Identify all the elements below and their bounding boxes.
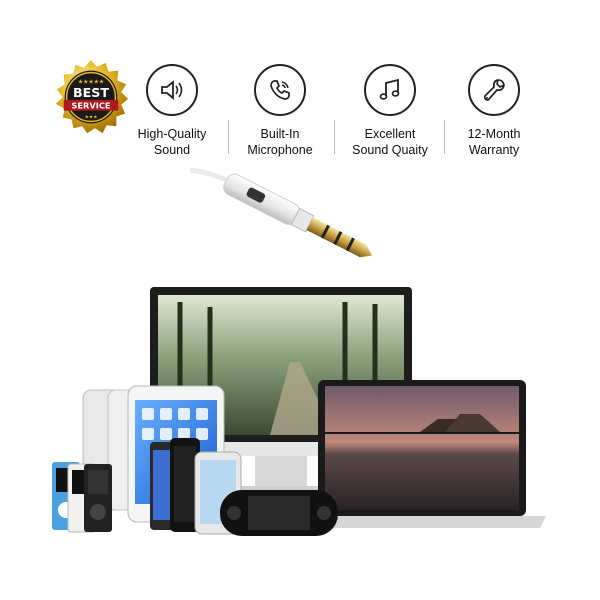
speaker-icon (146, 64, 198, 116)
feature-sound-quality: Excellent Sound Quaity (335, 64, 445, 158)
phone-icon (254, 64, 306, 116)
feature-label: Built-In Microphone (247, 127, 313, 157)
wrench-icon (468, 64, 520, 116)
mp3-players (52, 462, 112, 533)
badge-star-row-bottom: ★★★ (84, 114, 98, 120)
feature-sound: High-Quality Sound (117, 64, 227, 158)
badge-line2: SERVICE (71, 101, 111, 111)
badge-line1: BEST (73, 85, 109, 100)
music-note-icon (364, 64, 416, 116)
feature-label: Excellent Sound Quaity (352, 127, 428, 157)
compatible-devices-image (52, 287, 546, 536)
audio-jack-image (190, 167, 373, 258)
handheld-console (220, 490, 338, 536)
feature-label: 12-Month Warranty (467, 127, 521, 157)
jack-plug (223, 173, 373, 258)
feature-label: High-Quality Sound (137, 127, 207, 157)
cable-wire (190, 167, 232, 185)
feature-warranty: 12-Month Warranty (439, 64, 549, 158)
feature-microphone: Built-In Microphone (225, 64, 335, 158)
laptop (302, 380, 546, 528)
